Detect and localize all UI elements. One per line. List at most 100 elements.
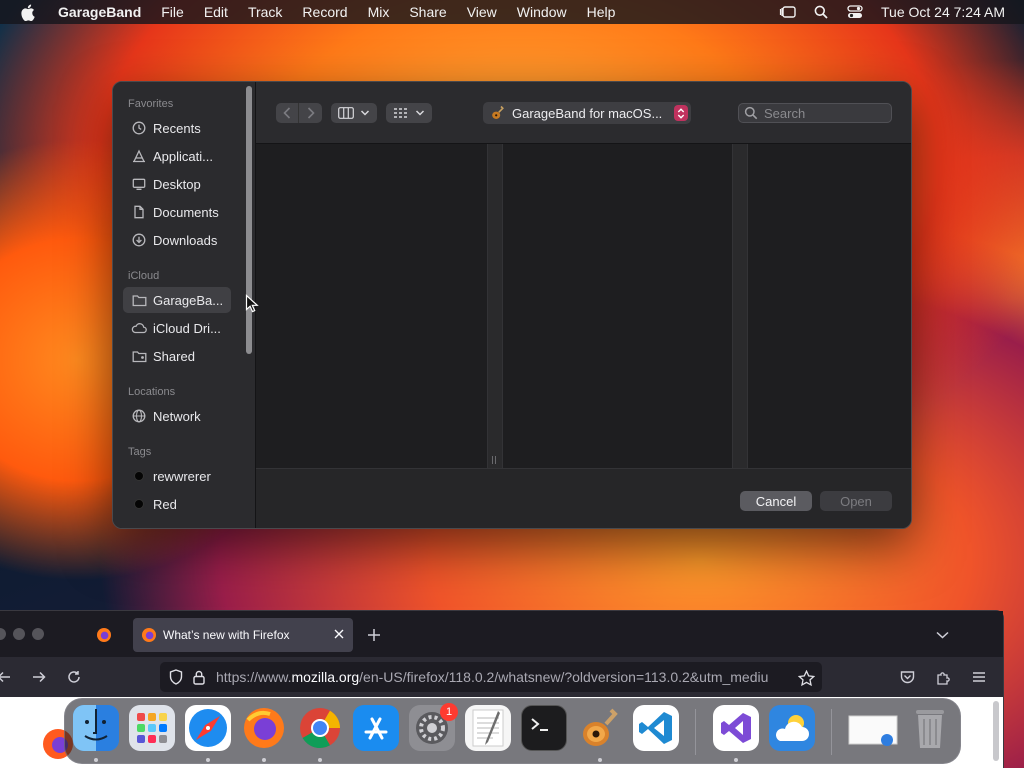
chevron-down-icon bbox=[360, 110, 370, 116]
new-tab-plus-icon[interactable] bbox=[366, 627, 382, 643]
dialog-footer: Cancel Open bbox=[256, 468, 911, 528]
forward-arrow-icon[interactable] bbox=[31, 669, 47, 685]
sidebar-item-documents[interactable]: Documents bbox=[123, 199, 231, 225]
back-button[interactable] bbox=[276, 103, 299, 123]
dock-chrome-icon[interactable] bbox=[297, 705, 343, 751]
back-arrow-icon[interactable] bbox=[0, 669, 12, 685]
menu-app-name[interactable]: GarageBand bbox=[58, 4, 141, 20]
dialog-sidebar: Favorites Recents Applicati... Desktop D… bbox=[113, 82, 256, 528]
location-popup[interactable]: GarageBand for macOS... bbox=[483, 102, 691, 124]
extensions-puzzle-icon[interactable] bbox=[935, 669, 951, 685]
sidebar-item-downloads[interactable]: Downloads bbox=[123, 227, 231, 253]
menu-edit[interactable]: Edit bbox=[204, 4, 228, 20]
applications-icon bbox=[131, 148, 147, 164]
window-zoom-dot[interactable] bbox=[32, 628, 44, 640]
url-bar[interactable]: https://www. mozilla.org/en-US/firefox/11… bbox=[160, 662, 822, 692]
column-resize-handle-icon bbox=[492, 456, 496, 464]
apple-menu-icon[interactable] bbox=[18, 3, 36, 21]
dock-minimized-window-icon[interactable] bbox=[847, 705, 899, 751]
sidebar-item-shared[interactable]: Shared bbox=[123, 343, 231, 369]
window-close-dot[interactable] bbox=[0, 628, 6, 640]
page-scrollbar[interactable] bbox=[993, 701, 999, 761]
sidebar-section-favorites: Favorites bbox=[128, 98, 174, 110]
shared-folder-icon bbox=[131, 348, 147, 364]
hamburger-menu-icon[interactable] bbox=[971, 669, 987, 685]
menu-mix[interactable]: Mix bbox=[368, 4, 390, 20]
sidebar-item-recents[interactable]: Recents bbox=[123, 115, 231, 141]
dock-finder-icon[interactable] bbox=[73, 705, 119, 751]
dock-trash-icon[interactable] bbox=[907, 705, 953, 751]
sidebar-item-label: GarageBa... bbox=[153, 292, 224, 308]
sidebar-item-network[interactable]: Network bbox=[123, 403, 231, 429]
tab-title: What’s new with Firefox bbox=[163, 628, 290, 642]
sidebar-item-desktop[interactable]: Desktop bbox=[123, 171, 231, 197]
sidebar-item-label: iCloud Dri... bbox=[153, 320, 221, 336]
control-center-icon[interactable] bbox=[846, 3, 864, 21]
reload-icon[interactable] bbox=[66, 669, 82, 685]
bookmark-star-icon[interactable] bbox=[797, 669, 815, 687]
open-button[interactable]: Open bbox=[820, 491, 892, 511]
dock-running-indicator bbox=[206, 758, 210, 762]
pocket-icon[interactable] bbox=[899, 669, 915, 685]
sidebar-item-applications[interactable]: Applicati... bbox=[123, 143, 231, 169]
sidebar-section-tags: Tags bbox=[128, 446, 152, 458]
menu-window[interactable]: Window bbox=[517, 4, 567, 20]
menu-clock[interactable]: Tue Oct 24 7:24 AM bbox=[881, 4, 1005, 20]
sidebar-tag-red[interactable]: Red bbox=[123, 491, 231, 517]
dock-firefox-icon[interactable] bbox=[241, 705, 287, 751]
dock-textedit-icon[interactable] bbox=[465, 705, 511, 751]
search-field[interactable]: Search bbox=[738, 103, 892, 123]
tag-dot-icon bbox=[131, 496, 147, 512]
garageband-folder-icon bbox=[490, 105, 506, 121]
group-by-button[interactable] bbox=[386, 103, 432, 123]
firefox-pinned-tab-icon[interactable] bbox=[96, 627, 112, 643]
lock-icon[interactable] bbox=[193, 670, 205, 685]
desktop-icon bbox=[131, 176, 147, 192]
forward-button[interactable] bbox=[299, 103, 322, 123]
list-tabs-chevron-down-icon[interactable] bbox=[934, 627, 950, 643]
menu-file[interactable]: File bbox=[161, 4, 184, 20]
browser-column-3[interactable] bbox=[748, 144, 911, 468]
dock-vscode-icon[interactable] bbox=[633, 705, 679, 751]
dock-safari-icon[interactable] bbox=[185, 705, 231, 751]
cancel-button[interactable]: Cancel bbox=[740, 491, 812, 511]
dock-garageband-icon[interactable] bbox=[577, 705, 623, 751]
sidebar-item-label: Desktop bbox=[153, 176, 201, 192]
tab-whats-new[interactable]: What’s new with Firefox bbox=[133, 618, 353, 652]
spotlight-search-icon[interactable] bbox=[812, 3, 830, 21]
column-divider[interactable] bbox=[487, 144, 503, 468]
browser-column-1[interactable] bbox=[256, 144, 487, 468]
folder-icon bbox=[131, 292, 147, 308]
sidebar-item-label: Red bbox=[153, 496, 177, 512]
stage-manager-icon[interactable] bbox=[778, 3, 796, 21]
sidebar-tag-rewwrerer[interactable]: rewwrerer bbox=[123, 463, 231, 489]
menu-view[interactable]: View bbox=[467, 4, 497, 20]
open-file-dialog: Favorites Recents Applicati... Desktop D… bbox=[112, 81, 912, 529]
dock-app-store-icon[interactable] bbox=[353, 705, 399, 751]
column-divider[interactable] bbox=[732, 144, 748, 468]
url-prefix: https://www. bbox=[216, 669, 292, 685]
window-minimize-dot[interactable] bbox=[13, 628, 25, 640]
sidebar-item-icloud-drive[interactable]: iCloud Dri... bbox=[123, 315, 231, 341]
tab-close-icon[interactable] bbox=[333, 628, 345, 640]
search-icon bbox=[744, 106, 758, 120]
menu-share[interactable]: Share bbox=[409, 4, 446, 20]
menu-help[interactable]: Help bbox=[587, 4, 616, 20]
chevron-left-icon bbox=[283, 107, 291, 119]
browser-column-2[interactable] bbox=[503, 144, 732, 468]
tracking-protection-shield-icon[interactable] bbox=[169, 669, 183, 685]
dock-terminal-icon[interactable] bbox=[521, 705, 567, 751]
sidebar-item-label: Network bbox=[153, 408, 201, 424]
group-grid-icon bbox=[394, 108, 407, 118]
sidebar-item-garageband[interactable]: GarageBa... bbox=[123, 287, 231, 313]
dialog-toolbar: GarageBand for macOS... Search bbox=[256, 82, 911, 144]
dock-visual-studio-icon[interactable] bbox=[713, 705, 759, 751]
view-mode-button[interactable] bbox=[331, 103, 377, 123]
dock-launchpad-icon[interactable] bbox=[129, 705, 175, 751]
menu-track[interactable]: Track bbox=[248, 4, 282, 20]
menu-bar: GarageBand File Edit Track Record Mix Sh… bbox=[0, 0, 1024, 24]
popup-stepper-icon bbox=[674, 105, 688, 121]
menu-record[interactable]: Record bbox=[302, 4, 347, 20]
dock-weather-icon[interactable] bbox=[769, 705, 815, 751]
sidebar-item-label: Documents bbox=[153, 204, 219, 220]
